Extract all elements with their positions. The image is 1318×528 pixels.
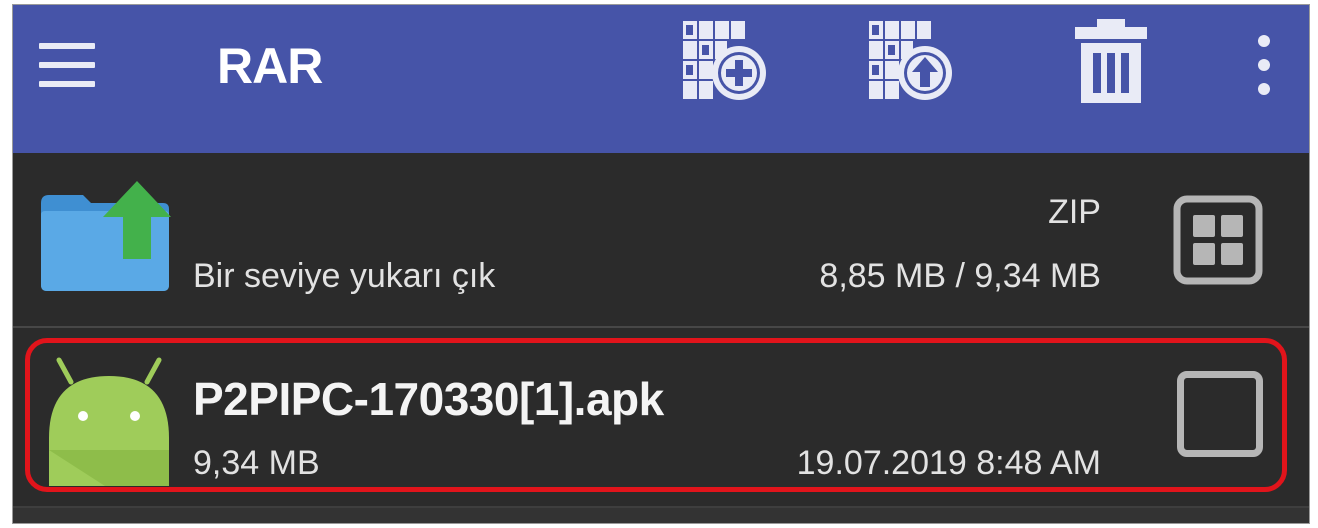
grid-view-icon[interactable] xyxy=(1173,195,1263,285)
parent-folder-label: Bir seviye yukarı çık xyxy=(193,257,496,295)
next-row-edge xyxy=(13,506,1309,523)
app-window: RAR Bir seviye yukarı çık ZIP 8,85 MB / … xyxy=(12,4,1310,524)
more-vert-icon[interactable] xyxy=(1251,31,1279,99)
list-item-apk-file[interactable]: P2PIPC-170330[1].apk 9,34 MB 19.07.2019 … xyxy=(13,328,1309,506)
list-item-parent-folder[interactable]: Bir seviye yukarı çık ZIP 8,85 MB / 9,34… xyxy=(13,153,1309,327)
archive-add-icon[interactable] xyxy=(675,17,771,113)
delete-icon[interactable] xyxy=(1065,17,1161,113)
app-title: RAR xyxy=(217,38,323,94)
archive-type-label: ZIP xyxy=(1048,193,1101,231)
menu-icon[interactable] xyxy=(35,33,99,97)
archive-size-label: 8,85 MB / 9,34 MB xyxy=(819,257,1101,295)
highlight-box xyxy=(25,338,1287,492)
archive-extract-icon[interactable] xyxy=(861,17,957,113)
folder-up-icon xyxy=(41,181,171,293)
app-bar: RAR xyxy=(13,5,1309,153)
